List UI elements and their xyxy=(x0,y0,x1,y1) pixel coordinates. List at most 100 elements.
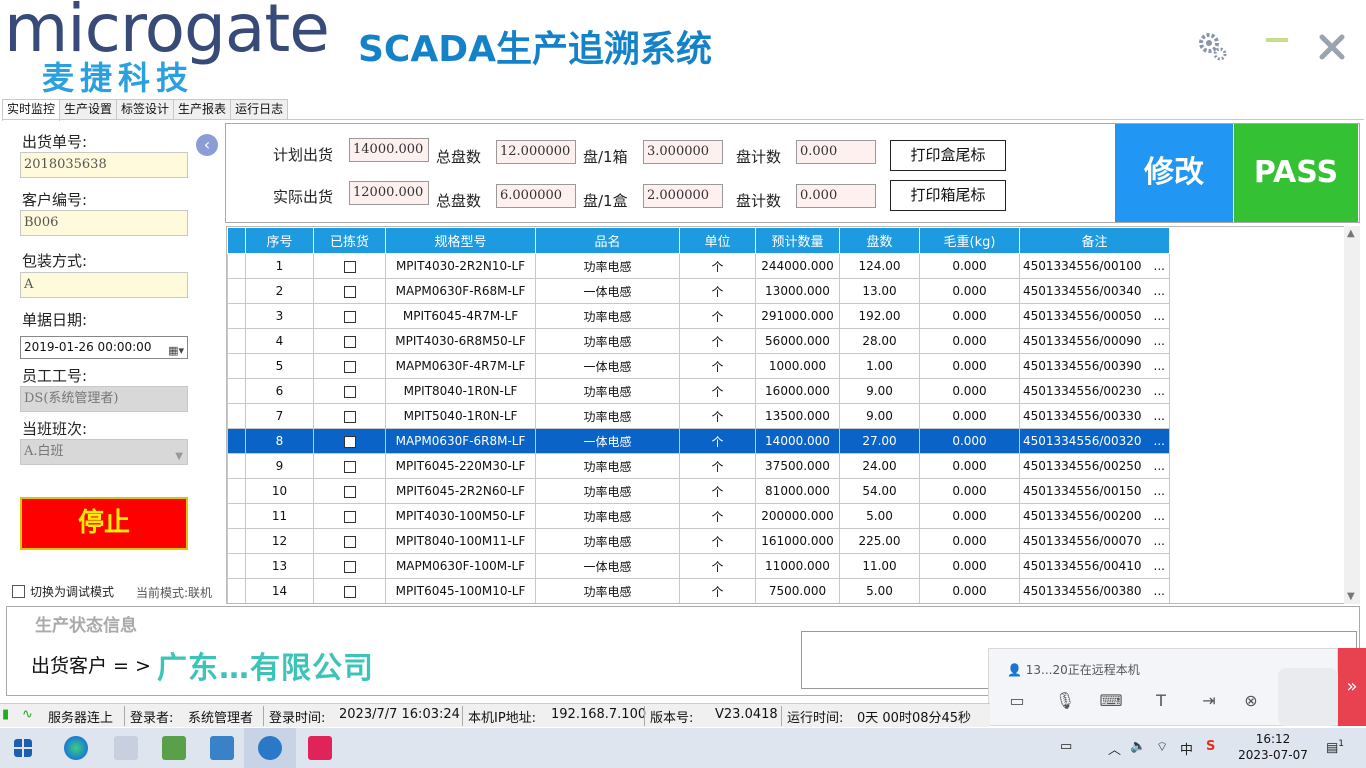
picked-checkbox[interactable] xyxy=(343,385,356,398)
stop-button[interactable]: 停止 xyxy=(20,497,188,550)
grid-scrollbar[interactable]: ▲ ▼ xyxy=(1344,226,1360,604)
plan-reel-count-field[interactable]: 0.000 xyxy=(796,140,876,164)
pass-button[interactable]: PASS xyxy=(1234,124,1358,222)
picked-checkbox[interactable] xyxy=(343,510,356,523)
tab-production-report[interactable]: 生产报表 xyxy=(173,99,232,120)
scroll-down-icon[interactable]: ▼ xyxy=(1347,591,1355,602)
table-row[interactable]: 11 MPIT4030-100M50-LF 功率电感个 200000.000 5.00 0… xyxy=(227,503,1170,529)
picked-checkbox-cell[interactable] xyxy=(313,528,386,554)
debug-mode-checkbox[interactable] xyxy=(12,585,25,598)
plan-total-reels-field[interactable]: 12.000000 xyxy=(496,140,576,164)
table-row[interactable]: 7 MPIT5040-1R0N-LF 功率电感个 13500.000 9.00 0.000… xyxy=(227,403,1170,429)
minimize-icon[interactable] xyxy=(1266,38,1288,42)
picked-checkbox-cell[interactable] xyxy=(313,378,386,404)
table-row[interactable]: 9 MPIT6045-220M30-LF 功率电感个 37500.000 24.00 0.… xyxy=(227,453,1170,479)
picked-checkbox[interactable] xyxy=(343,335,356,348)
picked-checkbox[interactable] xyxy=(343,435,356,448)
note-more-button[interactable]: ... xyxy=(1154,534,1169,548)
picked-checkbox[interactable] xyxy=(343,310,356,323)
tray-clock[interactable]: 16:12 2023-07-07 xyxy=(1236,731,1310,763)
satellite-app-icon[interactable] xyxy=(114,736,138,760)
tab-label-design[interactable]: 标签设计 xyxy=(116,99,175,120)
table-row[interactable]: 6 MPIT8040-1R0N-LF 功率电感个 16000.000 9.00 0.000… xyxy=(227,378,1170,404)
col-header-note[interactable]: 备注 xyxy=(1019,227,1170,254)
table-row[interactable]: 2 MAPM0630F-R68M-LF 一体电感个 13000.000 13.00 0.0… xyxy=(227,278,1170,304)
note-more-button[interactable]: ... xyxy=(1154,584,1169,598)
note-more-button[interactable]: ... xyxy=(1154,459,1169,473)
picked-checkbox-cell[interactable] xyxy=(313,403,386,429)
picked-checkbox-cell[interactable] xyxy=(313,353,386,379)
col-header-name[interactable]: 品名 xyxy=(535,227,680,254)
expand-remote-icon[interactable]: » xyxy=(1338,648,1366,726)
customer-no-field[interactable]: B006 xyxy=(20,210,188,236)
table-row[interactable]: 14 MPIT6045-100M10-LF 功率电感个 7500.000 5.00 0.0… xyxy=(227,578,1170,603)
network-icon[interactable]: ⌔ xyxy=(1156,739,1168,755)
col-header-no[interactable]: 序号 xyxy=(245,227,314,254)
doc-date-picker[interactable]: 2019-01-26 00:00:00 ▦▾ xyxy=(20,336,188,359)
picked-checkbox[interactable] xyxy=(343,410,356,423)
col-header-reels[interactable]: 盘数 xyxy=(839,227,920,254)
picked-checkbox[interactable] xyxy=(343,585,356,598)
table-row[interactable]: 5 MAPM0630F-4R7M-LF 一体电感个 1000.000 1.00 0.000… xyxy=(227,353,1170,379)
collapse-panel-button[interactable]: ‹ xyxy=(196,134,218,156)
note-more-button[interactable]: ... xyxy=(1154,409,1169,423)
chat-icon[interactable]: ▭ xyxy=(1005,689,1029,713)
table-row[interactable]: 13 MAPM0630F-100M-LF 一体电感个 11000.000 11.00 0.… xyxy=(227,553,1170,579)
table-row[interactable]: 12 MPIT8040-100M11-LF 功率电感个 161000.000 225.0… xyxy=(227,528,1170,554)
note-more-button[interactable]: ... xyxy=(1154,384,1169,398)
volume-muted-icon[interactable]: 🔈 xyxy=(1130,739,1146,754)
picked-checkbox-cell[interactable] xyxy=(313,328,386,354)
order-no-field[interactable]: 2018035638 xyxy=(20,152,188,178)
picked-checkbox[interactable] xyxy=(343,485,356,498)
table-row[interactable]: 8 MAPM0630F-6R8M-LF 一体电感个 14000.000 27.00 0.0… xyxy=(227,428,1170,454)
windows-start-icon[interactable] xyxy=(14,739,32,757)
actual-total-reels-field[interactable]: 6.000000 xyxy=(496,184,576,208)
scroll-up-icon[interactable]: ▲ xyxy=(1347,228,1355,239)
picked-checkbox-cell[interactable] xyxy=(313,278,386,304)
tab-run-log[interactable]: 运行日志 xyxy=(230,99,289,120)
notification-icon[interactable]: ▤1 xyxy=(1326,739,1344,755)
col-header-weight[interactable]: 毛重(kg) xyxy=(919,227,1020,254)
picked-checkbox-cell[interactable] xyxy=(313,503,386,529)
col-header-model[interactable]: 规格型号 xyxy=(385,227,536,254)
print-case-label-button[interactable]: 打印箱尾标 xyxy=(890,180,1006,211)
table-row[interactable]: 4 MPIT4030-6R8M50-LF 功率电感个 56000.000 28.00 0.… xyxy=(227,328,1170,354)
picked-checkbox-cell[interactable] xyxy=(313,428,386,454)
picked-checkbox-cell[interactable] xyxy=(313,578,386,603)
keyboard-layout-icon[interactable]: ▭ xyxy=(1060,739,1072,754)
note-more-button[interactable]: ... xyxy=(1154,334,1169,348)
calendar-icon[interactable]: ▦▾ xyxy=(168,340,184,361)
edge-browser-icon[interactable] xyxy=(64,736,88,760)
picked-checkbox-cell[interactable] xyxy=(313,253,386,279)
actual-ship-field[interactable]: 12000.000 xyxy=(349,181,429,205)
chart-app-icon[interactable] xyxy=(162,736,186,760)
col-header-unit[interactable]: 单位 xyxy=(679,227,756,254)
keyboard-icon[interactable]: ⌨ xyxy=(1099,689,1123,713)
remote-app-icon[interactable] xyxy=(308,736,332,760)
picked-checkbox[interactable] xyxy=(343,360,356,373)
note-more-button[interactable]: ... xyxy=(1154,509,1169,523)
plan-ship-field[interactable]: 14000.000 xyxy=(349,138,429,162)
modify-button[interactable]: 修改 xyxy=(1115,124,1233,222)
col-header-picked[interactable]: 已拣货 xyxy=(313,227,386,254)
print-box-label-button[interactable]: 打印盒尾标 xyxy=(890,140,1006,171)
disconnect-icon[interactable]: ⊗ xyxy=(1239,689,1263,713)
text-icon[interactable]: T xyxy=(1149,689,1173,713)
note-more-button[interactable]: ... xyxy=(1154,284,1169,298)
close-icon[interactable] xyxy=(1318,33,1346,61)
table-row[interactable]: 10 MPIT6045-2R2N60-LF 功率电感个 81000.000 54.00 0… xyxy=(227,478,1170,504)
picked-checkbox[interactable] xyxy=(343,285,356,298)
note-more-button[interactable]: ... xyxy=(1154,434,1169,448)
note-more-button[interactable]: ... xyxy=(1154,484,1169,498)
table-row[interactable]: 3 MPIT6045-4R7M-LF 功率电感个 291000.000 192.00 0.… xyxy=(227,303,1170,329)
note-more-button[interactable]: ... xyxy=(1154,259,1169,273)
reel-per-box-field[interactable]: 2.000000 xyxy=(643,184,723,208)
gear-icon[interactable] xyxy=(1196,30,1228,62)
picked-checkbox[interactable] xyxy=(343,260,356,273)
pack-method-field[interactable]: A xyxy=(20,272,188,298)
chevron-up-icon[interactable]: ︿ xyxy=(1108,739,1121,758)
tab-realtime-monitor[interactable]: 实时监控 xyxy=(2,99,61,121)
note-more-button[interactable]: ... xyxy=(1154,559,1169,573)
note-more-button[interactable]: ... xyxy=(1154,309,1169,323)
picked-checkbox-cell[interactable] xyxy=(313,453,386,479)
